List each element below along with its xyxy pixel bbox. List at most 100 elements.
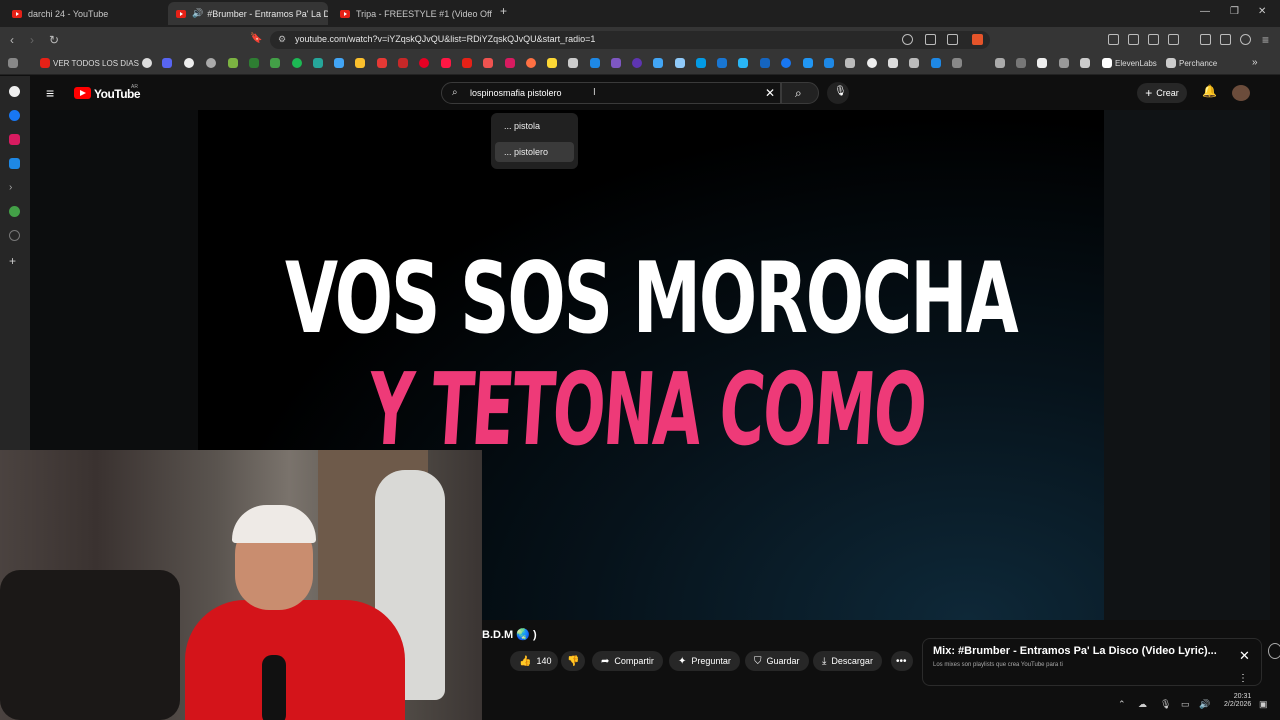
bookmark-icon[interactable] [653, 58, 663, 68]
brave-shield-icon[interactable] [972, 34, 983, 45]
mix-title[interactable]: Mix: #Brumber - Entramos Pa' La Disco (V… [933, 645, 1217, 657]
bookmark-icon[interactable] [334, 58, 344, 68]
voice-search-button[interactable]: 🎙 [827, 82, 849, 104]
bookmark-icon[interactable] [313, 58, 323, 68]
microphone-tray-icon[interactable]: 🎙 [1160, 699, 1171, 710]
sidebar-icon[interactable] [1220, 34, 1231, 45]
download-button[interactable]: ⤓ Descargar [813, 651, 882, 671]
bookmark-icon[interactable] [377, 58, 387, 68]
bookmark-icon[interactable] [952, 58, 962, 68]
bookmark-icon[interactable] [696, 58, 706, 68]
bookmark-icon[interactable] [1016, 58, 1026, 68]
bookmark-icon[interactable] [845, 58, 855, 68]
instagram-icon[interactable] [9, 134, 20, 145]
minimize-icon[interactable]: — [1200, 6, 1210, 17]
facebook-icon[interactable] [781, 58, 791, 68]
clear-search-icon[interactable]: ✕ [765, 86, 775, 100]
bookmark-icon[interactable] [931, 58, 941, 68]
youtube-bookmark-icon[interactable] [462, 58, 472, 68]
close-icon[interactable]: ✕ [1239, 648, 1250, 664]
notification-center-icon[interactable]: ▣ [1259, 699, 1268, 710]
ask-button[interactable]: ✦ Preguntar [669, 651, 740, 671]
system-clock[interactable]: 20:31 2/2/2026 [1224, 693, 1251, 710]
volume-icon[interactable]: 🔊 [1199, 699, 1210, 710]
bookmark-icon[interactable] [611, 58, 621, 68]
suggestion-item[interactable]: ... pistola [495, 116, 574, 136]
more-actions-button[interactable]: ••• [891, 651, 913, 671]
tiktok-icon[interactable] [1037, 58, 1047, 68]
save-button[interactable]: ⛉ Guardar [745, 651, 809, 671]
dislike-button[interactable]: 👎 [561, 651, 585, 671]
network-icon[interactable]: ▭ [1181, 699, 1190, 710]
tab-darchi[interactable]: darchi 24 - YouTube [4, 2, 166, 25]
drive-icon[interactable] [355, 58, 365, 68]
zoom-icon[interactable] [902, 34, 913, 45]
bookmark-icon[interactable] [590, 58, 600, 68]
music-icon[interactable] [1200, 34, 1211, 45]
vpn-icon[interactable] [1240, 34, 1251, 45]
mix-playlist-card[interactable]: Mix: #Brumber - Entramos Pa' La Disco (V… [922, 638, 1262, 686]
notifications-bell-icon[interactable]: 🔔 [1202, 84, 1217, 98]
maximize-icon[interactable]: ❐ [1230, 6, 1239, 17]
pinterest-icon[interactable] [419, 58, 429, 68]
bookmark-icon[interactable] [1080, 58, 1090, 68]
search-button[interactable]: ⌕ [781, 82, 819, 104]
play-icon[interactable]: › [9, 182, 20, 193]
youtube-logo-icon[interactable] [74, 87, 91, 99]
instagram-icon[interactable] [505, 58, 515, 68]
bookmark-icon[interactable] [483, 58, 493, 68]
bookmark-icon[interactable] [675, 58, 685, 68]
site-settings-icon[interactable]: ⚙ [278, 34, 286, 45]
share-icon[interactable] [947, 34, 958, 45]
bookmark-icon[interactable] [162, 58, 172, 68]
tray-chevron-icon[interactable]: ⌃ [1118, 699, 1126, 710]
bookmark-icon[interactable] [867, 58, 877, 68]
whatsapp-icon[interactable] [9, 206, 20, 217]
bookmark-icon[interactable]: 🔖 [250, 33, 262, 44]
bookmark-label[interactable]: VER TODOS LOS DIAS [53, 59, 139, 68]
like-button[interactable]: 👍 140 [510, 651, 558, 671]
suggestion-item[interactable]: ... pistolero [495, 142, 574, 162]
google-icon[interactable] [9, 86, 20, 97]
bookmark-icon[interactable] [738, 58, 748, 68]
back-icon[interactable]: ‹ [10, 33, 14, 47]
hamburger-menu-icon[interactable]: ≡ [46, 85, 54, 101]
extensions-icon[interactable] [1108, 34, 1119, 45]
bookmark-icon[interactable] [760, 58, 770, 68]
create-button[interactable]: + Crear [1137, 83, 1187, 103]
bookmark-icon[interactable] [526, 58, 536, 68]
bookmark-icon[interactable] [547, 58, 557, 68]
tab-tripa[interactable]: Tripa - FREESTYLE #1 (Video Official) ✕ [332, 2, 492, 25]
bookmark-icon[interactable] [803, 58, 813, 68]
cast-icon[interactable] [925, 34, 936, 45]
trello-icon[interactable] [9, 158, 20, 169]
youtube-bookmark-icon[interactable] [40, 58, 50, 68]
reload-icon[interactable]: ↻ [49, 33, 59, 47]
url-field[interactable]: ⚙ youtube.com/watch?v=iYZqskQJvQU&list=R… [270, 31, 990, 49]
cloud-icon[interactable]: ☁ [1138, 699, 1147, 710]
bookmark-icon[interactable] [909, 58, 919, 68]
avatar[interactable] [1232, 85, 1250, 101]
window-close-icon[interactable]: ✕ [1258, 6, 1266, 17]
settings-icon[interactable] [9, 230, 20, 241]
bookmark-icon[interactable] [398, 58, 408, 68]
tab-brumber[interactable]: 🔊 #Brumber - Entramos Pa' La D ✕ [168, 2, 328, 25]
facebook-icon[interactable] [9, 110, 20, 121]
search-input[interactable]: ⌕ lospinosmafia pistolero ✕ [441, 82, 781, 104]
perchance-icon[interactable] [1166, 58, 1176, 68]
bookmark-icon[interactable] [228, 58, 238, 68]
bookmark-icon[interactable] [142, 58, 152, 68]
bookmark-icon[interactable] [441, 58, 451, 68]
spotify-icon[interactable] [292, 58, 302, 68]
bookmark-icon[interactable] [568, 58, 578, 68]
link-icon[interactable] [1168, 34, 1179, 45]
next-arrow-icon[interactable] [1268, 643, 1280, 659]
apps-grid-icon[interactable] [8, 58, 18, 68]
more-bookmarks-icon[interactable]: » [1252, 57, 1258, 68]
bookmark-icon[interactable] [270, 58, 280, 68]
elevenlabs-icon[interactable] [1102, 58, 1112, 68]
bookmark-icon[interactable] [249, 58, 259, 68]
new-tab-button[interactable]: + [500, 4, 507, 18]
bookmark-icon[interactable] [824, 58, 834, 68]
bookmark-icon[interactable] [632, 58, 642, 68]
